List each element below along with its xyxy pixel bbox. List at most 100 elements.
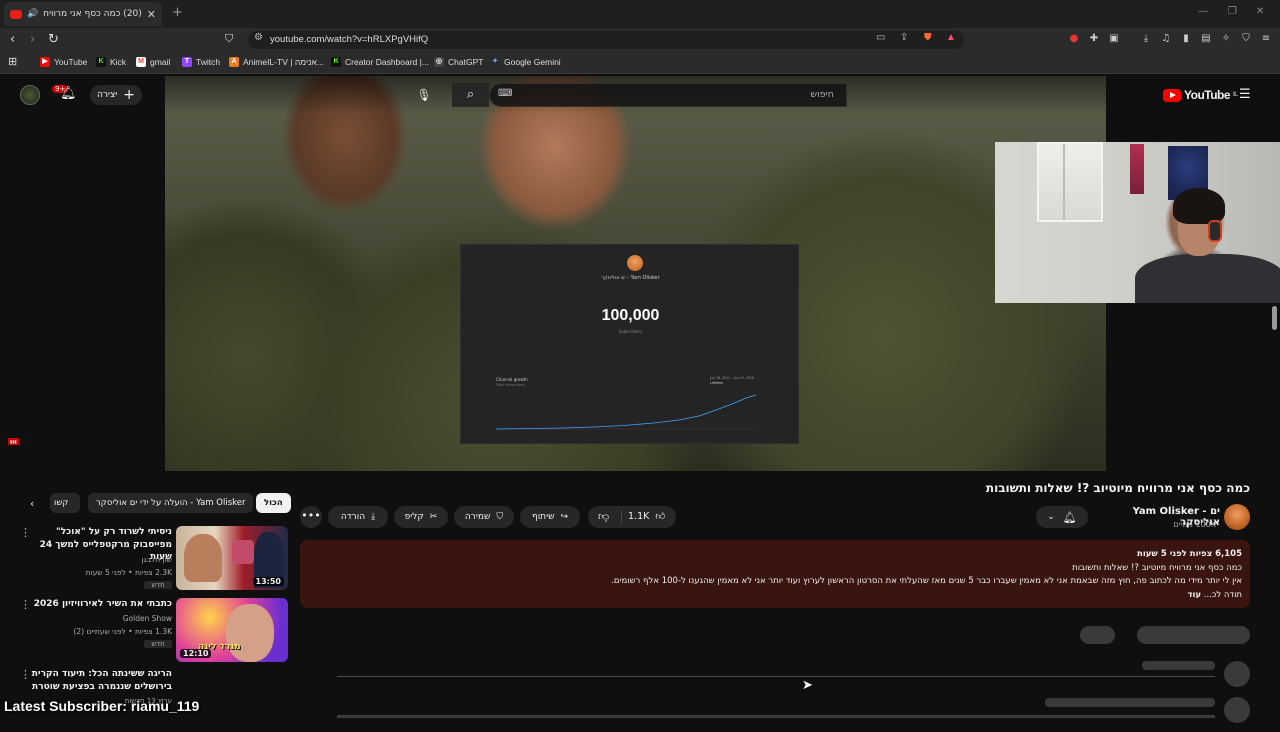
- media-icon[interactable]: ♫: [1160, 33, 1172, 45]
- apps-grid-icon[interactable]: ⊞: [8, 55, 17, 68]
- cam-person-body: [1135, 254, 1280, 303]
- close-window-icon[interactable]: ✕: [1256, 6, 1264, 17]
- bookmark-creator-dashboard[interactable]: K Creator Dashboard |...: [331, 57, 429, 67]
- back-icon[interactable]: ‹: [10, 32, 15, 47]
- twitch-icon: T: [182, 57, 192, 67]
- chevron-left-icon[interactable]: ‹: [30, 497, 34, 510]
- rec-title: כתבתי את השיר לאירוויזיון 2026: [33, 599, 172, 609]
- brave-shield-icon[interactable]: ⛊: [924, 32, 932, 43]
- create-button[interactable]: יצירה +: [90, 85, 142, 105]
- search-button[interactable]: ⌕: [452, 83, 489, 107]
- chart-title: Channel growth: [496, 377, 528, 382]
- chatgpt-icon: ◎: [434, 57, 444, 67]
- new-tab-button[interactable]: +: [172, 5, 183, 20]
- like-divider: [621, 510, 622, 524]
- kick-icon: K: [331, 57, 341, 67]
- bookmark-animeil[interactable]: A AnimeIL-TV | אנימה...: [229, 57, 324, 67]
- share-page-icon[interactable]: ⇪: [900, 32, 908, 43]
- bookmark-page-icon[interactable]: ⛉: [225, 32, 233, 46]
- clip-button[interactable]: קליפ ✂: [394, 506, 448, 528]
- bookmark-gemini[interactable]: ✦ Google Gemini: [490, 57, 561, 67]
- browser-tab-bar: 🔊 (20) כמה כסף אני מרוויח מיוטיב ✕ + — ❐…: [0, 0, 1280, 28]
- stream-badge: ▮▮▮: [8, 438, 19, 445]
- youtube-favicon-icon: [10, 9, 22, 19]
- channel-avatar[interactable]: [1224, 504, 1250, 530]
- wallet-icon[interactable]: ▤: [1200, 33, 1212, 45]
- dislike-button[interactable]: 👎︎: [598, 510, 609, 523]
- thumb-person: [184, 534, 222, 582]
- rec-channel: Golden Show: [122, 614, 172, 623]
- minimize-icon[interactable]: —: [1198, 6, 1208, 17]
- share-button[interactable]: שיתוף ↪: [520, 506, 580, 528]
- thumb-person: [226, 604, 274, 662]
- site-info-icon[interactable]: ⚙: [254, 32, 263, 43]
- download-button[interactable]: הורדה ⤓: [328, 506, 388, 528]
- menu-icon[interactable]: ☰: [1239, 87, 1251, 102]
- duration-badge: 13:50: [252, 577, 284, 586]
- rec-thumbnail: מגרד ליגה 12:10: [176, 598, 288, 662]
- account-avatar[interactable]: [20, 85, 40, 105]
- comments-divider: [337, 676, 1215, 677]
- vpn-icon[interactable]: ⛉: [1240, 33, 1252, 45]
- latest-subscriber-overlay: Latest Subscriber: riamu_119: [4, 698, 200, 714]
- save-button[interactable]: שמירה ⛉: [454, 506, 514, 528]
- maximize-icon[interactable]: ❐: [1228, 6, 1237, 17]
- tab-title: (20) כמה כסף אני מרוויח מיוטיב: [43, 9, 142, 19]
- comments-divider: [337, 715, 1215, 718]
- gmail-icon: M: [136, 57, 146, 67]
- bookmark-gmail[interactable]: Mgmail: [136, 57, 170, 67]
- reload-icon[interactable]: ↻: [48, 32, 59, 47]
- chip-all[interactable]: הכול: [256, 493, 291, 513]
- address-bar-row: ‹ › ↻ ⛉ ⚙ youtube.com/watch?v=hRLXPgVHif…: [0, 28, 1280, 52]
- show-more-link[interactable]: עוד: [1187, 590, 1201, 600]
- clip-label: קליפ: [404, 512, 424, 522]
- browser-tab[interactable]: 🔊 (20) כמה כסף אני מרוויח מיוטיב ✕: [4, 2, 162, 26]
- chip-uploaded-by-channel[interactable]: הועלה על ידי ים אוליסקר - Yam Olisker: [88, 493, 254, 513]
- youtube-logo[interactable]: YouTube IL: [1163, 88, 1238, 102]
- sidebar-icon[interactable]: ▮: [1180, 33, 1192, 45]
- view-count-and-date: 6,105 צפיות לפני 5 שעות: [1137, 549, 1242, 559]
- bell-icon[interactable]: 🔔︎: [60, 86, 77, 101]
- extensions-icon[interactable]: ✚: [1088, 33, 1100, 45]
- bell-icon: 🔔︎: [1062, 510, 1077, 524]
- chip-related[interactable]: קשו: [50, 493, 80, 513]
- close-tab-icon[interactable]: ✕: [147, 8, 156, 21]
- growth-line: [495, 394, 756, 430]
- more-horizontal-icon: •••: [301, 509, 321, 522]
- extension-box-icon[interactable]: ▣: [1108, 33, 1120, 45]
- subscribed-button[interactable]: ⌄ 🔔︎: [1036, 506, 1088, 528]
- search-input[interactable]: חיפוש ⌨: [489, 83, 847, 107]
- description-box[interactable]: 6,105 צפיות לפני 5 שעות כמה כסף אני מרוו…: [300, 540, 1250, 608]
- scissors-icon: ✂: [429, 512, 438, 522]
- forward-icon[interactable]: ›: [30, 32, 35, 47]
- list-item[interactable]: ⋮ ניסיתי לשרוד רק על "אוכל" מפייסבוק מרק…: [10, 526, 288, 590]
- url-field[interactable]: ⚙ youtube.com/watch?v=hRLXPgVHifQ ▭ ⇪ ⛊ …: [248, 31, 964, 49]
- bookmark-twitch[interactable]: T Twitch: [182, 57, 220, 67]
- search-icon: ⌕: [466, 87, 475, 102]
- browser-menu-icon[interactable]: ≡: [1260, 33, 1272, 45]
- channel-avatar: [627, 255, 643, 271]
- share-label: שיתוף: [531, 512, 555, 522]
- like-dislike-group: 👎︎ 1.1K 👍︎: [588, 506, 676, 528]
- page-scrollbar[interactable]: [1272, 306, 1277, 330]
- speaker-icon[interactable]: 🔊: [27, 9, 38, 19]
- extension-record-icon[interactable]: ●: [1068, 33, 1080, 45]
- list-item[interactable]: ⋮ כתבתי את השיר לאירוויזיון 2026 Golden …: [10, 598, 288, 662]
- bookmark-chatgpt[interactable]: ◎ ChatGPT: [434, 57, 483, 67]
- channel-subscriber-count: 100K מנויים: [1173, 520, 1216, 529]
- cast-icon[interactable]: ▭: [876, 32, 885, 43]
- mouse-cursor-icon: ➤: [802, 678, 813, 693]
- bookmark-kick[interactable]: K Kick: [96, 57, 126, 67]
- bookmark-youtube[interactable]: ▶ YouTube: [40, 57, 87, 67]
- downloads-icon[interactable]: ⤓: [1140, 33, 1152, 45]
- brave-rewards-icon[interactable]: ▲: [946, 32, 956, 43]
- keyboard-icon[interactable]: ⌨: [498, 88, 512, 99]
- like-button[interactable]: 1.1K 👍︎: [628, 510, 665, 523]
- leo-ai-icon[interactable]: ✧: [1220, 33, 1232, 45]
- microphone-icon[interactable]: 🎙︎: [412, 83, 436, 107]
- plus-icon: +: [123, 87, 136, 103]
- like-count: 1.1K: [628, 510, 650, 522]
- chevron-down-icon: ⌄: [1047, 512, 1055, 522]
- rec-stats: 1.3K צפיות • לפני שעתיים (2): [73, 627, 172, 636]
- more-actions-button[interactable]: •••: [300, 506, 322, 528]
